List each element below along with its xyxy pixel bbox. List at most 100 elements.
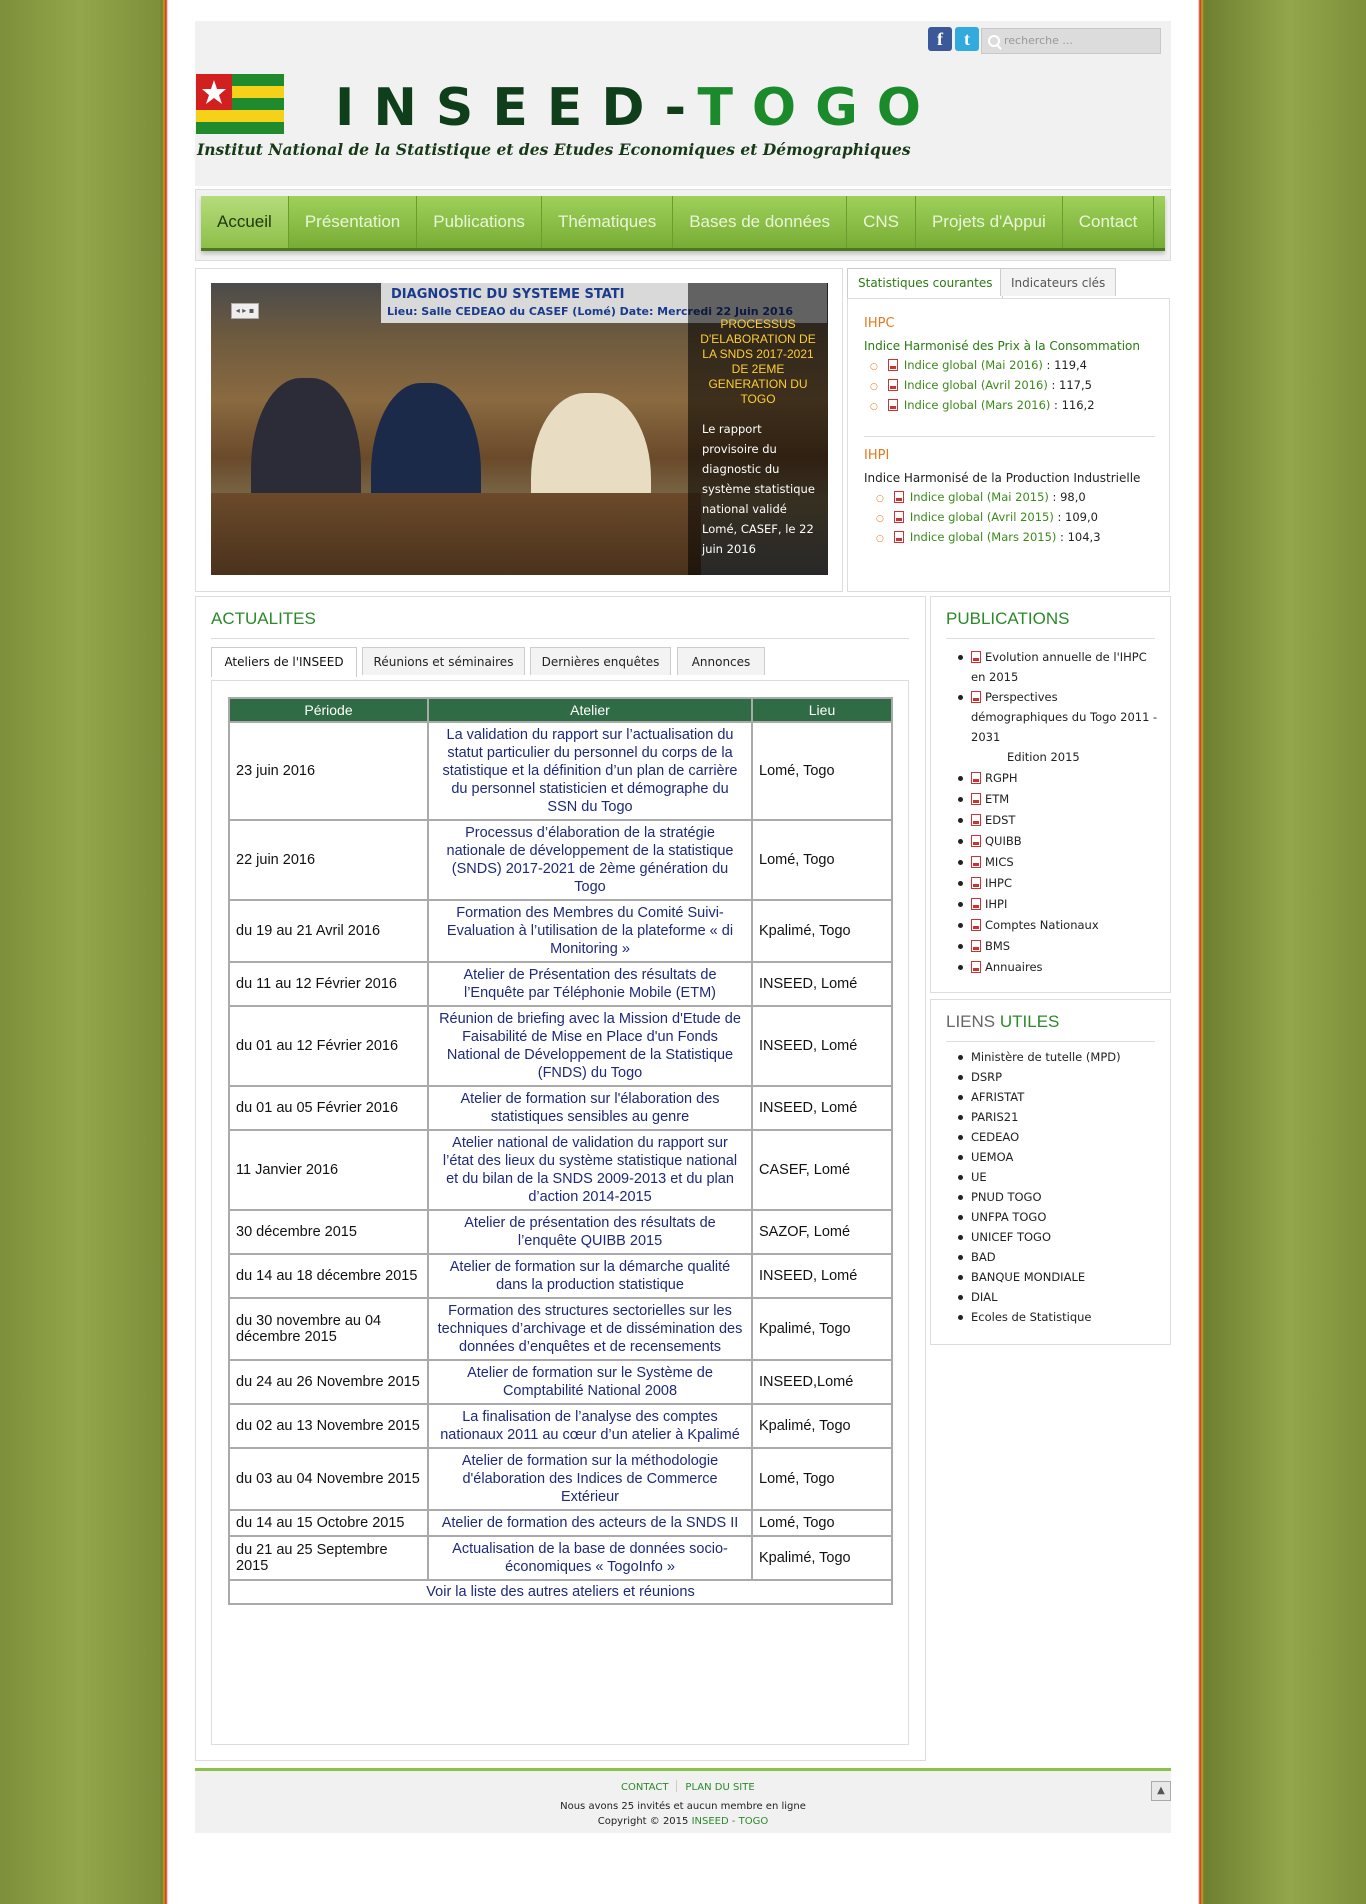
- link-ue[interactable]: UE: [958, 1167, 987, 1188]
- footer-sitemap-link[interactable]: PLAN DU SITE: [685, 1782, 754, 1793]
- publication-link[interactable]: RGPH: [957, 768, 1017, 789]
- publication-label[interactable]: MICS: [985, 855, 1014, 869]
- publication-link[interactable]: QUIBB: [958, 831, 1022, 852]
- publication-link[interactable]: Perspectives: [958, 687, 1058, 708]
- row-atelier-link[interactable]: Processus d’élaboration de la stratégie …: [427, 819, 753, 901]
- row-atelier-link[interactable]: Atelier de formation des acteurs de la S…: [427, 1509, 753, 1537]
- publication-link[interactable]: ETM: [957, 789, 1009, 810]
- tab-ateliers-de-l-inseed[interactable]: Ateliers de l'INSEED: [211, 647, 357, 677]
- search-input[interactable]: recherche ...: [981, 28, 1161, 54]
- row-atelier-link[interactable]: Atelier de formation sur le Système de C…: [427, 1359, 753, 1405]
- ihpc-item-label[interactable]: Indice global (Mars 2016): [904, 398, 1051, 412]
- tab-indicateurs-cles[interactable]: Indicateurs clés: [1000, 268, 1117, 296]
- link-bad[interactable]: BAD: [958, 1247, 996, 1268]
- row-atelier-link[interactable]: Atelier de présentation des résultats de…: [427, 1209, 753, 1255]
- ihpi-item-label[interactable]: Indice global (Mars 2015): [910, 530, 1057, 544]
- row-atelier-link[interactable]: Actualisation de la base de données soci…: [427, 1535, 753, 1581]
- tab-annonces[interactable]: Annonces: [677, 647, 765, 675]
- back-to-top-icon[interactable]: ▲: [1151, 1781, 1171, 1801]
- publication-label[interactable]: Comptes Nationaux: [985, 918, 1099, 932]
- publication-label[interactable]: ETM: [985, 792, 1009, 806]
- ihpc-item-label[interactable]: Indice global (Mai 2016): [904, 358, 1043, 372]
- nav-item-th-matiques[interactable]: Thématiques: [542, 196, 674, 248]
- nav-item-cns[interactable]: CNS: [847, 196, 916, 248]
- slider-controls[interactable]: ◂ ▸ ▪: [231, 303, 259, 319]
- publication-label[interactable]: IHPC: [985, 876, 1012, 890]
- link-ecoles-de-statistique[interactable]: Ecoles de Statistique: [958, 1307, 1092, 1328]
- more-ateliers-link[interactable]: Voir la liste des autres ateliers et réu…: [228, 1579, 893, 1605]
- publication-link[interactable]: Comptes Nationaux: [958, 915, 1099, 936]
- row-periode: du 01 au 12 Février 2016: [228, 1005, 429, 1087]
- link-pnud-togo[interactable]: PNUD TOGO: [958, 1187, 1042, 1208]
- link-banque-mondiale[interactable]: BANQUE MONDIALE: [957, 1267, 1085, 1288]
- ihpi-item-label[interactable]: Indice global (Avril 2015): [910, 510, 1054, 524]
- nav-item-publications[interactable]: Publications: [417, 196, 542, 248]
- link-dial[interactable]: DIAL: [958, 1287, 998, 1308]
- row-atelier-link[interactable]: Formation des Membres du Comité Suivi-Ev…: [427, 899, 753, 963]
- publication-label[interactable]: QUIBB: [985, 834, 1022, 848]
- facebook-icon[interactable]: f: [928, 27, 952, 51]
- publication-link[interactable]: BMS: [957, 936, 1010, 957]
- link-unicef-togo[interactable]: UNICEF TOGO: [957, 1227, 1051, 1248]
- ihpc-item[interactable]: ○ Indice global (Mai 2016) : 119,4: [870, 358, 1087, 372]
- tab-statistiques-courantes[interactable]: Statistiques courantes: [847, 268, 1004, 298]
- ihpi-item[interactable]: ○ Indice global (Mars 2015) : 104,3: [876, 530, 1101, 544]
- publication-link[interactable]: 2031: [971, 727, 1000, 748]
- row-atelier-link[interactable]: Atelier de formation sur la démarche qua…: [427, 1253, 753, 1299]
- link-unfpa-togo[interactable]: UNFPA TOGO: [957, 1207, 1046, 1228]
- publication-link[interactable]: MICS: [958, 852, 1014, 873]
- row-atelier-link[interactable]: Atelier de formation sur la méthodologie…: [427, 1447, 753, 1511]
- row-atelier-link[interactable]: Réunion de briefing avec la Mission d'Et…: [427, 1005, 753, 1087]
- ihpi-item[interactable]: ○ Indice global (Mai 2015) : 98,0: [876, 490, 1086, 504]
- site-brand[interactable]: INSEED-TOGO: [335, 78, 940, 138]
- row-atelier-link[interactable]: Atelier de Présentation des résultats de…: [427, 961, 753, 1007]
- row-atelier-link[interactable]: La validation du rapport sur l’actualisa…: [427, 721, 753, 821]
- publication-link[interactable]: IHPC: [957, 873, 1012, 894]
- publication-link[interactable]: IHPI: [957, 894, 1007, 915]
- link-uemoa[interactable]: UEMOA: [957, 1147, 1013, 1168]
- link-paris21[interactable]: PARIS21: [957, 1107, 1018, 1128]
- publication-label[interactable]: EDST: [985, 813, 1015, 827]
- publication-label[interactable]: Annuaires: [985, 960, 1043, 974]
- footer-contact-link[interactable]: CONTACT: [621, 1782, 668, 1793]
- ihpc-item[interactable]: ○ Indice global (Mars 2016) : 116,2: [870, 398, 1095, 412]
- publication-link[interactable]: démographiques du Togo 2011 -: [971, 707, 1157, 728]
- link-minist-re-de-tutelle-mpd-[interactable]: Ministère de tutelle (MPD): [958, 1047, 1121, 1068]
- ihpc-item[interactable]: ○ Indice global (Avril 2016) : 117,5: [870, 378, 1092, 392]
- site-subtitle: Institut National de la Statistique et d…: [197, 140, 911, 159]
- publication-link[interactable]: en 2015: [971, 667, 1018, 688]
- slide-caption-title[interactable]: PROCESSUS D'ELABORATION DE LA SNDS 2017-…: [698, 317, 818, 407]
- tab-r-unions-et-s-minaires[interactable]: Réunions et séminaires: [362, 647, 525, 675]
- copyright-link[interactable]: INSEED - TOGO: [692, 1816, 769, 1827]
- publication-link[interactable]: Annuaires: [958, 957, 1043, 978]
- nav-item-contact[interactable]: Contact: [1063, 196, 1155, 248]
- nav-item-projets-d-appui[interactable]: Projets d'Appui: [916, 196, 1063, 248]
- ihpc-item-label[interactable]: Indice global (Avril 2016): [904, 378, 1048, 392]
- publication-label[interactable]: Perspectives: [985, 690, 1058, 704]
- publication-link[interactable]: EDST: [957, 810, 1015, 831]
- publication-label[interactable]: IHPI: [985, 897, 1007, 911]
- ihpi-item-label[interactable]: Indice global (Mai 2015): [910, 490, 1049, 504]
- publication-label[interactable]: BMS: [985, 939, 1010, 953]
- table-header-row: Période Atelier Lieu: [228, 697, 893, 723]
- publication-label[interactable]: en 2015: [971, 670, 1018, 684]
- nav-item-bases-de-donn-es[interactable]: Bases de données: [673, 196, 848, 248]
- link-afristat[interactable]: AFRISTAT: [957, 1087, 1024, 1108]
- publication-link[interactable]: Evolution annuelle de l'IHPC: [958, 647, 1147, 668]
- tab-derni-res-enqu-tes[interactable]: Dernières enquêtes: [530, 647, 671, 675]
- ihpc-name[interactable]: Indice Harmonisé des Prix à la Consommat…: [864, 339, 1140, 353]
- publication-label[interactable]: 2031: [971, 730, 1000, 744]
- row-atelier-link[interactable]: Formation des structures sectorielles su…: [427, 1297, 753, 1361]
- link-cedeao[interactable]: CEDEAO: [957, 1127, 1019, 1148]
- publication-label[interactable]: démographiques du Togo 2011 -: [971, 710, 1157, 724]
- link-dsrp[interactable]: DSRP: [957, 1067, 1002, 1088]
- row-atelier-link[interactable]: Atelier de formation sur l'élaboration d…: [427, 1085, 753, 1131]
- publication-label[interactable]: RGPH: [985, 771, 1017, 785]
- nav-item-accueil[interactable]: Accueil: [201, 196, 289, 248]
- row-atelier-link[interactable]: La finalisation de l’analyse des comptes…: [427, 1403, 753, 1449]
- nav-item-pr-sentation[interactable]: Présentation: [289, 196, 418, 248]
- publication-label[interactable]: Evolution annuelle de l'IHPC: [985, 650, 1147, 664]
- row-atelier-link[interactable]: Atelier national de validation du rappor…: [427, 1129, 753, 1211]
- twitter-icon[interactable]: t: [955, 27, 979, 51]
- ihpi-item[interactable]: ○ Indice global (Avril 2015) : 109,0: [876, 510, 1098, 524]
